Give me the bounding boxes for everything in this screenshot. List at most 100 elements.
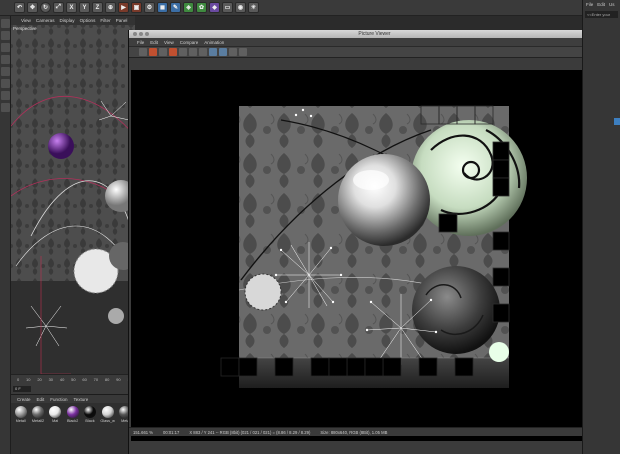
undo-icon[interactable]: ↶ bbox=[14, 2, 25, 13]
material-list: Metall Metall2 Mat Black2 Black Glass_w Meta bbox=[11, 403, 135, 426]
pv-menu-view[interactable]: View bbox=[164, 40, 174, 45]
material-item[interactable]: Glass_w bbox=[100, 406, 115, 423]
texture-mode-icon[interactable] bbox=[1, 31, 10, 40]
polygons-mode-icon[interactable] bbox=[1, 79, 10, 88]
edges-mode-icon[interactable] bbox=[1, 67, 10, 76]
attr-menu-user[interactable]: Us bbox=[609, 2, 615, 7]
model-mode-icon[interactable] bbox=[1, 19, 10, 28]
material-swatch bbox=[49, 406, 62, 418]
snap-icon[interactable] bbox=[1, 91, 10, 100]
z-axis-button[interactable]: Z bbox=[92, 2, 103, 13]
save-image-icon[interactable] bbox=[169, 48, 177, 56]
material-menu-create[interactable]: Create bbox=[17, 397, 31, 402]
attribute-search-input[interactable]: <<Enter your bbox=[585, 11, 618, 18]
ab-compare-icon[interactable] bbox=[189, 48, 197, 56]
light-icon[interactable]: ☀ bbox=[248, 2, 259, 13]
viewport-menu-options[interactable]: Options bbox=[80, 18, 96, 23]
tick: 10 bbox=[26, 377, 31, 382]
close-icon[interactable] bbox=[133, 32, 137, 36]
timeline-ticks: 0 10 20 30 40 50 60 70 80 90 10 bbox=[17, 377, 132, 382]
viewport-menu-panel[interactable]: Panel bbox=[116, 18, 128, 23]
material-swatch bbox=[66, 406, 79, 418]
rotate-icon[interactable]: ↻ bbox=[40, 2, 51, 13]
render-icon[interactable]: ▶ bbox=[118, 2, 129, 13]
filter-icon[interactable] bbox=[179, 48, 187, 56]
workplane-icon[interactable] bbox=[1, 43, 10, 52]
main-toolbar: ↶ ✥ ↻ ⤢ X Y Z ⊕ ▶ ▣ ⚙ ◼ ✎ ◈ ✿ ◆ ▭ ◉ ☀ bbox=[0, 0, 620, 16]
subdivide-icon[interactable]: ◈ bbox=[183, 2, 194, 13]
attr-menu-edit[interactable]: Edit bbox=[597, 2, 605, 7]
axis-mode-icon[interactable] bbox=[1, 103, 10, 112]
picture-viewer-titlebar[interactable]: Picture Viewer bbox=[129, 30, 620, 38]
attribute-active-tab[interactable] bbox=[614, 118, 620, 125]
pv-menu-file[interactable]: File bbox=[137, 40, 144, 45]
material-name: Mat bbox=[52, 419, 59, 423]
viewport-menu-cameras[interactable]: Cameras bbox=[36, 18, 55, 23]
layers-icon[interactable] bbox=[239, 48, 247, 56]
viewport-menu-view[interactable]: View bbox=[21, 18, 31, 23]
render-canvas[interactable] bbox=[131, 70, 604, 441]
fit-view-icon[interactable] bbox=[209, 48, 217, 56]
tick: 20 bbox=[37, 377, 42, 382]
material-menu-function[interactable]: Function bbox=[50, 397, 67, 402]
x-axis-button[interactable]: X bbox=[66, 2, 77, 13]
viewport-menu-display[interactable]: Display bbox=[60, 18, 75, 23]
viewport-menu-filter[interactable]: Filter bbox=[100, 18, 110, 23]
cube-icon[interactable]: ◼ bbox=[157, 2, 168, 13]
material-item[interactable]: Black2 bbox=[66, 406, 79, 423]
tick: 60 bbox=[82, 377, 87, 382]
scale-icon[interactable]: ⤢ bbox=[53, 2, 64, 13]
zoom-readout[interactable]: 151.661 % bbox=[133, 430, 153, 435]
rendered-image bbox=[220, 105, 527, 388]
deformer-icon[interactable]: ◆ bbox=[209, 2, 220, 13]
window-title: Picture Viewer bbox=[358, 31, 391, 37]
material-name: Metall bbox=[15, 419, 26, 423]
material-menu-texture[interactable]: Texture bbox=[74, 397, 89, 402]
camera-icon[interactable]: ◉ bbox=[235, 2, 246, 13]
picture-viewer-status: 151.661 % 00:01:17 X 883 / Y 241 -- RGB … bbox=[129, 427, 620, 436]
points-mode-icon[interactable] bbox=[1, 55, 10, 64]
render-settings-icon[interactable]: ⚙ bbox=[144, 2, 155, 13]
current-frame-field[interactable]: 0 F bbox=[13, 386, 31, 392]
zoom-100-icon[interactable] bbox=[219, 48, 227, 56]
material-item[interactable]: Metall bbox=[14, 406, 27, 423]
material-swatch bbox=[101, 406, 114, 418]
coord-system-icon[interactable]: ⊕ bbox=[105, 2, 116, 13]
material-swatch bbox=[31, 406, 44, 418]
material-item[interactable]: Metall2 bbox=[31, 406, 44, 423]
array-icon[interactable]: ✿ bbox=[196, 2, 207, 13]
pv-menu-edit[interactable]: Edit bbox=[150, 40, 158, 45]
y-axis-button[interactable]: Y bbox=[79, 2, 90, 13]
pixel-info: X 883 / Y 241 -- RGB (8bit) (021 / 021 /… bbox=[189, 429, 311, 435]
tick: 70 bbox=[93, 377, 99, 382]
material-menu-edit[interactable]: Edit bbox=[37, 397, 45, 402]
stop-render-icon[interactable] bbox=[139, 48, 147, 56]
pv-menu-compare[interactable]: Compare bbox=[180, 40, 199, 45]
pv-menu-animation[interactable]: Animation bbox=[204, 40, 224, 45]
mode-palette bbox=[0, 16, 11, 454]
material-name: Black bbox=[85, 419, 95, 423]
channels-icon[interactable] bbox=[229, 48, 237, 56]
material-item[interactable]: Black bbox=[83, 406, 96, 423]
material-item[interactable]: Mat bbox=[49, 406, 62, 423]
timeline[interactable]: 0 10 20 30 40 50 60 70 80 90 10 0 F bbox=[11, 374, 135, 394]
floor-icon[interactable]: ▭ bbox=[222, 2, 233, 13]
material-name: Glass_w bbox=[100, 419, 115, 423]
attr-menu-file[interactable]: File bbox=[586, 2, 593, 7]
material-swatch bbox=[83, 406, 96, 418]
render-view-icon[interactable]: ▣ bbox=[131, 2, 142, 13]
editor-viewport[interactable]: View Cameras Display Options Filter Pane… bbox=[11, 16, 135, 374]
tick: 40 bbox=[59, 377, 65, 382]
minimize-icon[interactable] bbox=[139, 32, 143, 36]
pen-icon[interactable]: ✎ bbox=[170, 2, 181, 13]
histogram-icon[interactable] bbox=[199, 48, 207, 56]
render-active-icon[interactable] bbox=[149, 48, 157, 56]
viewport-scene bbox=[11, 16, 135, 374]
zoom-icon[interactable] bbox=[145, 32, 149, 36]
viewport-camera-label: Perspective bbox=[13, 26, 37, 31]
move-icon[interactable]: ✥ bbox=[27, 2, 38, 13]
image-size: Size: 880x640, RGB (8Bit), 1.05 MB bbox=[320, 429, 388, 435]
picture-viewer-toolbar bbox=[129, 47, 620, 58]
material-manager: Create Edit Function Texture Metall Metal… bbox=[11, 394, 135, 454]
render-region-icon[interactable] bbox=[159, 48, 167, 56]
